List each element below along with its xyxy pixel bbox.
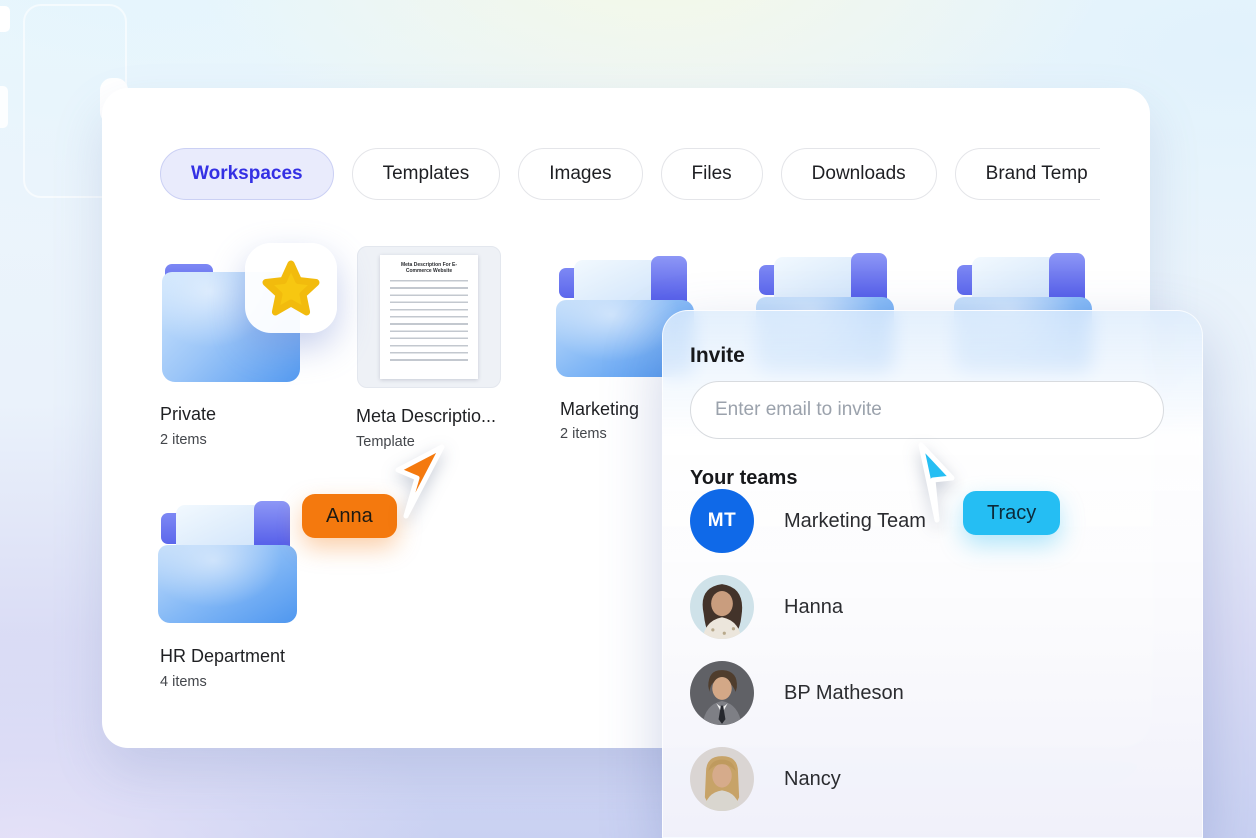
item-meta-hr-department: 4 items (160, 674, 207, 690)
collaborator-cursor-anna-icon (392, 443, 446, 521)
tab-files[interactable]: Files (661, 148, 763, 200)
collaborator-label-anna: Anna (302, 494, 397, 538)
tab-workspaces[interactable]: Workspaces (160, 148, 334, 200)
tab-downloads[interactable]: Downloads (781, 148, 937, 200)
collaborator-label-tracy: Tracy (963, 491, 1060, 535)
item-name-private[interactable]: Private (160, 404, 216, 425)
avatar-bp-matheson (690, 661, 754, 725)
tab-images[interactable]: Images (518, 148, 642, 200)
page: { "tabs": [ {"label": "Workspaces", "act… (0, 0, 1256, 838)
background-chip-decor (0, 86, 8, 128)
folder-front (158, 545, 297, 623)
document-thumbnail[interactable]: Meta Description For E-Commerce Website (357, 246, 501, 388)
avatar-marketing-team: MT (690, 489, 754, 553)
document-page: Meta Description For E-Commerce Website (380, 255, 478, 379)
collaborator-cursor-tracy-icon (906, 442, 958, 524)
avatar-nancy (690, 747, 754, 811)
star-badge (245, 243, 337, 333)
team-row-hanna[interactable]: Hanna (690, 557, 1170, 657)
item-name-meta-description[interactable]: Meta Descriptio... (356, 406, 496, 427)
team-row-bp-matheson[interactable]: BP Matheson (690, 643, 1170, 743)
avatar-hanna (690, 575, 754, 639)
invite-panel: Invite Your teams MT Marketing Team Hann… (662, 310, 1203, 838)
item-meta-private: 2 items (160, 432, 207, 448)
background-chip-decor (0, 6, 10, 32)
tab-templates[interactable]: Templates (352, 148, 501, 200)
document-title: Meta Description For E-Commerce Website (389, 262, 469, 274)
team-row-nancy[interactable]: Nancy (690, 729, 1170, 829)
invite-panel-title: Invite (690, 344, 745, 368)
star-icon (261, 258, 321, 318)
item-name-marketing[interactable]: Marketing (560, 399, 639, 420)
team-name: Hanna (784, 596, 843, 619)
team-name: Marketing Team (784, 510, 926, 533)
team-name: BP Matheson (784, 682, 904, 705)
team-name: Nancy (784, 768, 841, 791)
invite-email-input[interactable] (690, 381, 1164, 439)
item-name-hr-department[interactable]: HR Department (160, 646, 285, 667)
tab-brand-templates[interactable]: Brand Temp (955, 148, 1100, 200)
item-meta-marketing: 2 items (560, 426, 607, 442)
document-text-lines (390, 280, 468, 366)
tab-bar: Workspaces Templates Images Files Downlo… (160, 148, 1100, 202)
folder-icon-hr-department[interactable] (158, 501, 297, 623)
